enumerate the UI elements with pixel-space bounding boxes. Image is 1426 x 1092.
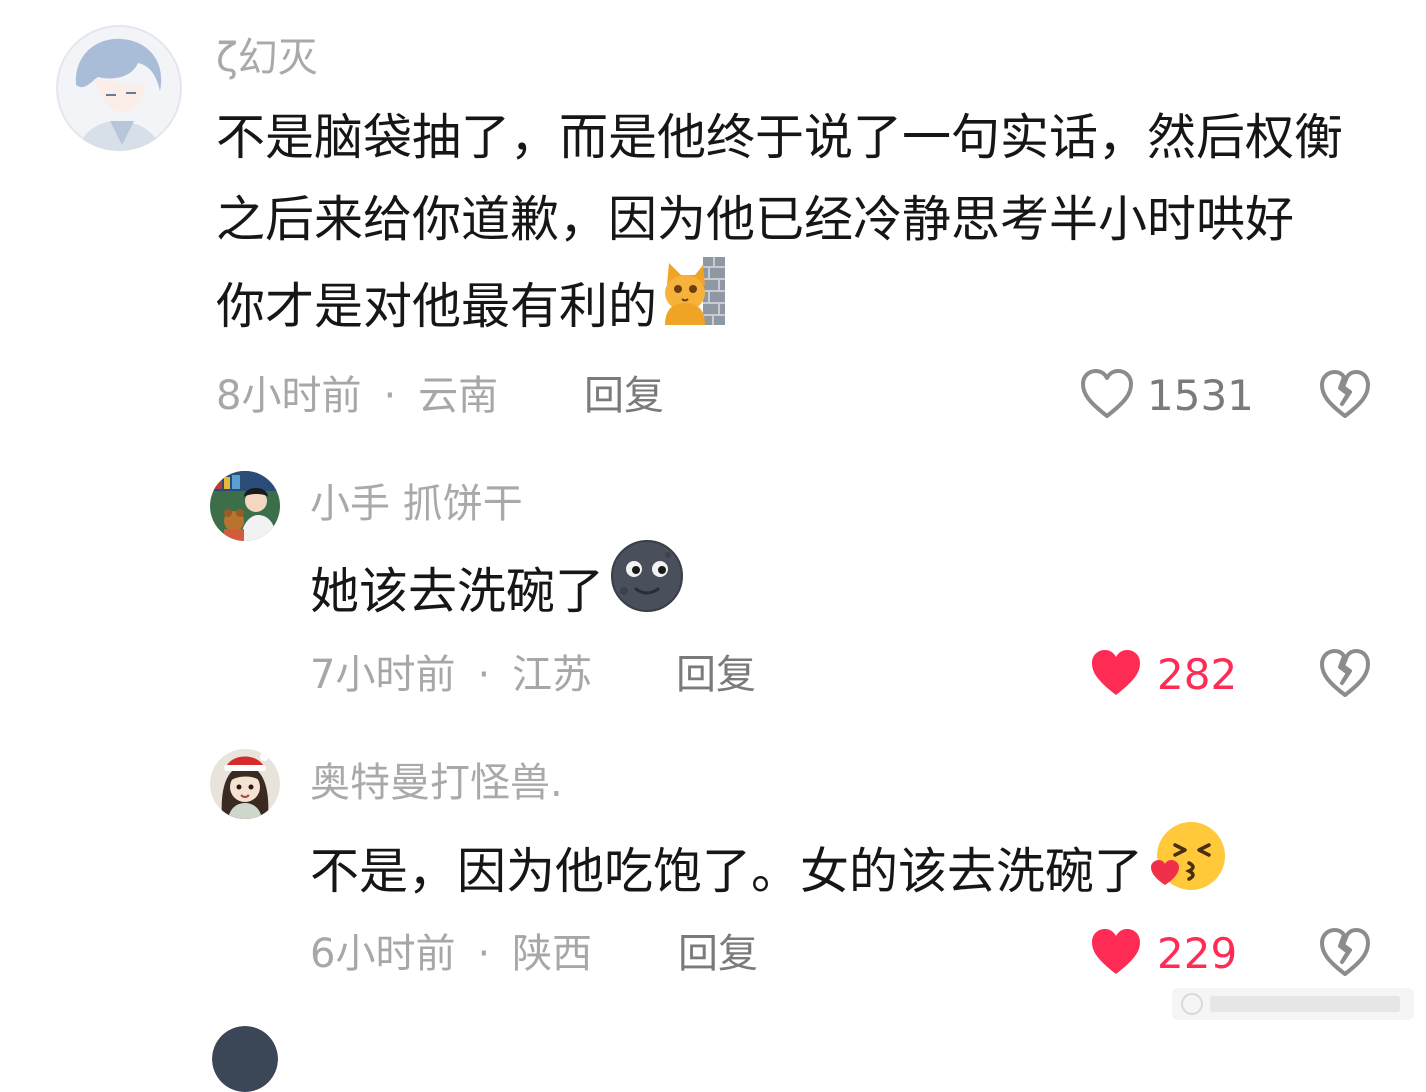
heart-icon[interactable] xyxy=(1079,368,1135,424)
avatar[interactable] xyxy=(56,25,182,151)
comment-text: 不是，因为他吃饱了。女的该去洗碗了 xyxy=(310,822,1227,924)
avatar[interactable] xyxy=(212,1026,278,1092)
reply-button[interactable]: 回复 xyxy=(678,930,758,978)
avatar[interactable] xyxy=(210,471,280,541)
comment-line-text: 不是，因为他吃饱了。女的该去洗碗了 xyxy=(310,843,1144,900)
comment-line: 不是脑袋抽了，而是他终于说了一句实话，然后权衡 xyxy=(216,109,1344,166)
comment-meta: 8小时前 · 云南 xyxy=(216,372,498,420)
comment-time: 6小时前 xyxy=(310,931,456,977)
heart-icon[interactable] xyxy=(1088,647,1144,703)
comment-meta: 7小时前 · 江苏 xyxy=(310,651,592,699)
cat-wall-emoji xyxy=(663,255,727,352)
comment-line-text: 她该去洗碗了 xyxy=(310,563,605,620)
reply-button[interactable]: 回复 xyxy=(676,651,756,699)
comment-line: 之后来给你道歉，因为他已经冷静思考半小时哄好 xyxy=(216,191,1295,248)
comment-text: 她该去洗碗了 xyxy=(310,540,684,644)
comment-line: 她该去洗碗了 xyxy=(310,540,684,644)
comment-text: 不是脑袋抽了，而是他终于说了一句实话，然后权衡 之后来给你道歉，因为他已经冷静思… xyxy=(216,97,1343,358)
comment-location: 江苏 xyxy=(512,652,593,698)
comment-time: 7小时前 xyxy=(310,652,456,698)
moon-face-emoji xyxy=(610,539,684,638)
kissing-face-emoji xyxy=(1149,819,1227,918)
comment-meta: 6小时前 · 陕西 xyxy=(310,930,592,978)
username[interactable]: ζ幻灭 xyxy=(216,34,318,82)
like-count: 282 xyxy=(1157,650,1238,699)
broken-heart-icon[interactable] xyxy=(1318,926,1372,982)
like-count: 229 xyxy=(1157,929,1238,978)
comment-line-text: 你才是对他最有利的 xyxy=(216,278,658,335)
reply-button[interactable]: 回复 xyxy=(584,372,664,420)
meta-separator: · xyxy=(477,931,491,977)
broken-heart-icon[interactable] xyxy=(1318,647,1372,703)
heart-icon[interactable] xyxy=(1088,926,1144,982)
meta-separator: · xyxy=(383,373,397,419)
username[interactable]: 小手 抓饼干 xyxy=(310,480,523,528)
comment-line: 你才是对他最有利的 xyxy=(216,257,1343,358)
broken-heart-icon[interactable] xyxy=(1318,368,1372,424)
watermark-logo xyxy=(1170,984,1416,1024)
comment-line: 不是，因为他吃饱了。女的该去洗碗了 xyxy=(310,822,1227,924)
username[interactable]: 奥特曼打怪兽. xyxy=(310,759,563,807)
comment-location: 陕西 xyxy=(512,931,593,977)
meta-separator: · xyxy=(477,652,491,698)
like-count: 1531 xyxy=(1147,371,1254,420)
comment-time: 8小时前 xyxy=(216,373,362,419)
avatar[interactable] xyxy=(210,749,280,819)
comment-location: 云南 xyxy=(418,373,499,419)
